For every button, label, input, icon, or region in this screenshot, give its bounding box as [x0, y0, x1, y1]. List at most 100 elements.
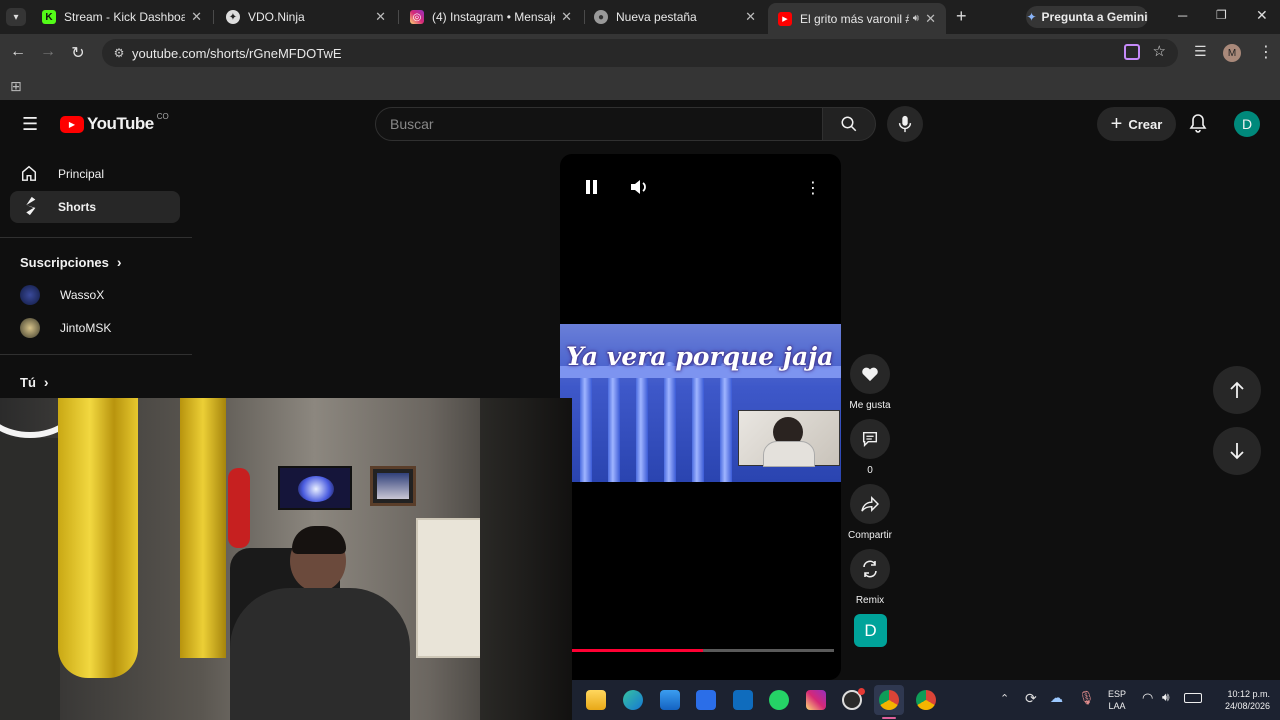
minimize-button[interactable]: ─: [1178, 8, 1187, 23]
back-icon[interactable]: ←: [8, 43, 28, 61]
subscriptions-header[interactable]: Suscripciones ›: [20, 254, 122, 270]
channel-avatar: [20, 285, 40, 305]
tab-title: (4) Instagram • Mensajes: [432, 10, 556, 24]
heart-icon: [862, 367, 878, 382]
edge-icon[interactable]: [623, 690, 643, 710]
youtube-play-icon: ▶: [60, 115, 84, 133]
apps-grid-icon[interactable]: ⊞: [10, 78, 22, 95]
share-button[interactable]: Compartir: [848, 484, 892, 541]
close-icon[interactable]: ✕: [925, 11, 936, 27]
cloud-icon[interactable]: ☁: [1050, 690, 1063, 706]
notifications-bell-icon[interactable]: [1189, 113, 1207, 138]
video-frame: Ya vera porque jaja: [560, 324, 841, 482]
tab-title: El grito más varonil #hu: [800, 11, 909, 26]
sidebar-channel-jintomsk[interactable]: JintoMSK: [10, 312, 180, 344]
store-icon[interactable]: [660, 690, 680, 710]
tab-kick[interactable]: K Stream - Kick Dashboard ✕: [32, 4, 212, 30]
gemini-button[interactable]: ✦ Pregunta a Gemini: [1026, 6, 1148, 28]
create-button[interactable]: + Crear: [1097, 107, 1176, 141]
close-icon[interactable]: ✕: [191, 9, 202, 25]
youtube-logo[interactable]: ▶ YouTube CO: [60, 111, 169, 134]
chrome-app-icon-2[interactable]: [916, 690, 936, 710]
wifi-icon[interactable]: ◠: [1142, 690, 1153, 706]
pause-icon[interactable]: [586, 180, 597, 194]
you-header[interactable]: Tú ›: [20, 374, 49, 390]
sidebar-item-principal[interactable]: Principal: [10, 158, 180, 190]
file-explorer-icon[interactable]: [586, 690, 606, 710]
browser-tab-strip: ▾ K Stream - Kick Dashboard ✕ ✦ VDO.Ninj…: [0, 0, 1280, 34]
volume-tray-icon[interactable]: 🔊︎: [1162, 690, 1170, 705]
home-icon: [20, 164, 38, 185]
address-bar[interactable]: ⚙ youtube.com/shorts/rGneMFDOTwE ☆: [102, 39, 1178, 67]
remix-button[interactable]: Remix: [848, 549, 892, 606]
maximize-button[interactable]: ❐: [1216, 8, 1227, 22]
url-text: youtube.com/shorts/rGneMFDOTwE: [132, 45, 342, 61]
chrome-app-icon[interactable]: [879, 690, 899, 710]
subscriptions-label: Suscripciones: [20, 254, 109, 270]
remix-label: Remix: [855, 595, 885, 606]
share-label: Compartir: [848, 530, 892, 541]
tab-instagram[interactable]: ◎ (4) Instagram • Mensajes ✕: [400, 4, 582, 30]
bookmark-star-icon[interactable]: ☆: [1153, 42, 1166, 60]
account-avatar[interactable]: D: [1234, 111, 1260, 137]
tab-new-tab[interactable]: ● Nueva pestaña ✕: [584, 4, 766, 30]
hamburger-menu-icon[interactable]: ☰: [22, 114, 38, 135]
search-input[interactable]: Buscar: [375, 107, 823, 141]
like-label: Me gusta: [849, 400, 891, 411]
cast-icon[interactable]: [1124, 44, 1140, 60]
bookmarks-bar: ⊞: [0, 72, 1280, 100]
sidebar-channel-wassox[interactable]: WassoX: [10, 279, 180, 311]
channel-avatar-button[interactable]: D: [854, 614, 887, 647]
dev-app-icon[interactable]: [696, 690, 716, 710]
country-code: CO: [156, 111, 169, 121]
shorts-player[interactable]: ⋮ Ya vera porque jaja: [560, 154, 841, 680]
close-icon[interactable]: ✕: [375, 9, 386, 25]
search-button[interactable]: [822, 107, 876, 141]
sync-icon[interactable]: ⟳: [1025, 690, 1037, 707]
previous-short-button[interactable]: [1213, 366, 1261, 414]
reload-icon[interactable]: ↻: [68, 43, 88, 63]
sidebar-item-label: Shorts: [58, 200, 97, 214]
gemini-icon: ✦: [1026, 10, 1037, 24]
tab-vdo-ninja[interactable]: ✦ VDO.Ninja ✕: [216, 4, 396, 30]
create-label: Crear: [1128, 116, 1163, 132]
shelf: [416, 518, 482, 658]
chevron-up-icon[interactable]: ⌃: [1000, 692, 1009, 705]
wall-tv: [278, 466, 352, 510]
whatsapp-icon[interactable]: [769, 690, 789, 710]
close-icon[interactable]: ✕: [561, 9, 572, 25]
tab-youtube-short[interactable]: ▶ El grito más varonil #hu 🔊︎ ✕: [768, 3, 946, 34]
new-tab-button[interactable]: +: [956, 6, 967, 27]
close-icon[interactable]: ✕: [745, 9, 756, 25]
clock[interactable]: 10:12 p.m. 24/08/2026: [1208, 688, 1270, 712]
input-language[interactable]: ESP LAA: [1104, 688, 1130, 712]
mic-tray-icon[interactable]: 🎙︎: [1078, 690, 1095, 706]
tab-search-button[interactable]: ▾: [6, 8, 26, 26]
notification-dot: [858, 688, 865, 695]
channel-avatar: [20, 318, 40, 338]
you-label: Tú: [20, 374, 36, 390]
forward-icon[interactable]: →: [38, 43, 58, 61]
site-info-icon[interactable]: ⚙: [106, 46, 132, 60]
outlook-icon[interactable]: [733, 690, 753, 710]
wall-picture: [370, 466, 416, 506]
plus-icon: +: [1110, 112, 1123, 135]
browser-toolbar: ← → ↻ ⚙ youtube.com/shorts/rGneMFDOTwE ☆…: [0, 34, 1280, 72]
close-window-button[interactable]: ✕: [1256, 7, 1268, 24]
comments-button[interactable]: 0: [848, 419, 892, 476]
punching-bag: [228, 468, 250, 548]
profile-avatar[interactable]: M: [1223, 44, 1241, 62]
remix-icon: [863, 560, 877, 578]
sidebar-item-shorts[interactable]: Shorts: [10, 191, 180, 223]
more-options-icon[interactable]: ⋮: [805, 178, 821, 198]
voice-search-button[interactable]: [887, 106, 923, 142]
menu-icon[interactable]: ⋮: [1258, 42, 1274, 62]
battery-icon[interactable]: [1184, 693, 1202, 703]
playback-progress-bar[interactable]: [572, 649, 834, 652]
next-short-button[interactable]: [1213, 427, 1261, 475]
instagram-app-icon[interactable]: [806, 690, 826, 710]
like-button[interactable]: Me gusta: [848, 354, 892, 411]
volume-icon[interactable]: [629, 178, 649, 201]
reading-list-icon[interactable]: ☰: [1194, 43, 1207, 60]
speaker-icon[interactable]: 🔊︎: [913, 13, 919, 24]
